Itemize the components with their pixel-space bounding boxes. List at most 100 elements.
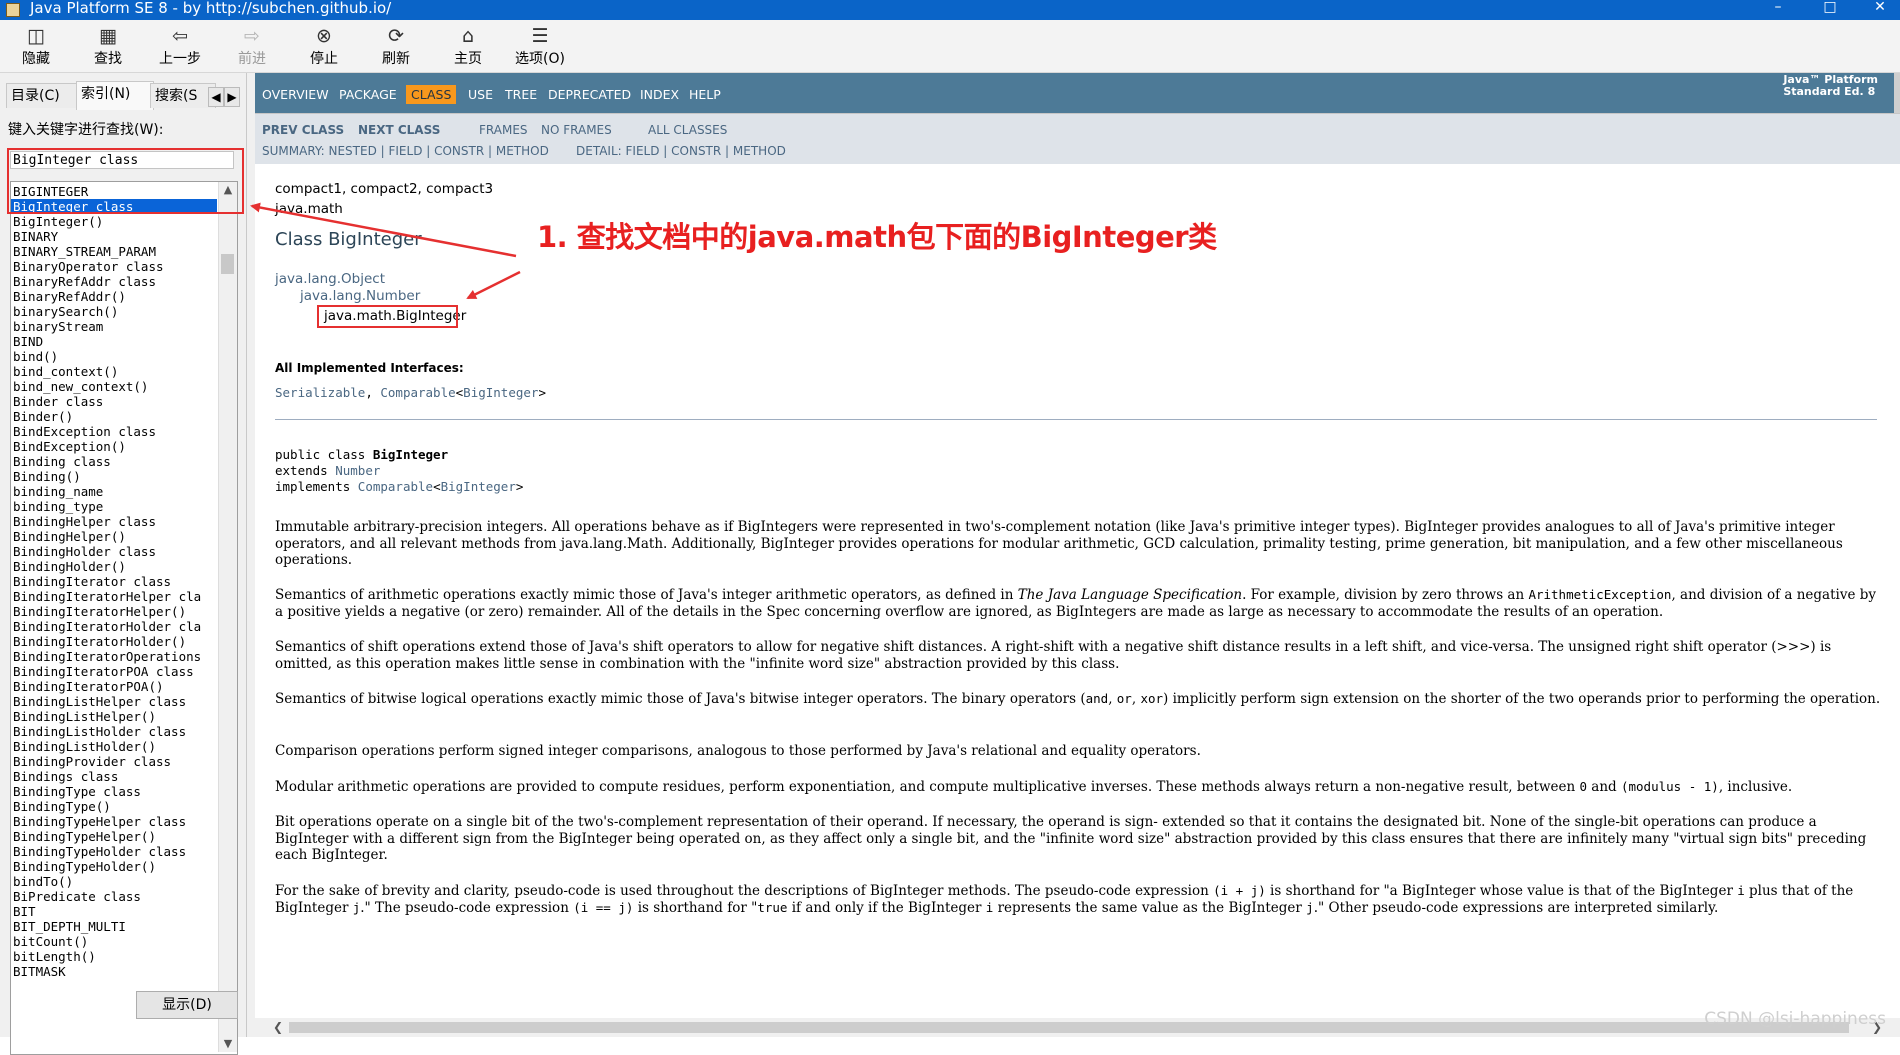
horizontal-scrollbar-thumb[interactable] [289, 1022, 1849, 1033]
index-item[interactable]: BindingHolder() [11, 559, 217, 574]
index-item[interactable]: BindingHelper() [11, 529, 217, 544]
tab-index[interactable]: 索引(N) [76, 81, 154, 110]
index-item[interactable]: BindingTypeHolder() [11, 859, 217, 874]
tab-contents[interactable]: 目录(C) [6, 83, 78, 108]
index-item[interactable]: BITMASK [11, 964, 217, 979]
prev-class-link[interactable]: PREV CLASS [262, 123, 344, 137]
detail-method-link[interactable]: METHOD [733, 144, 786, 158]
index-item[interactable]: BindingType() [11, 799, 217, 814]
pane-splitter[interactable] [247, 73, 255, 1037]
index-item[interactable]: binarySearch() [11, 304, 217, 319]
index-item[interactable]: Bindings class [11, 769, 217, 784]
index-item[interactable]: BindingListHolder() [11, 739, 217, 754]
nav-tree[interactable]: TREE [505, 87, 537, 102]
index-item[interactable]: BindingListHelper class [11, 694, 217, 709]
tab-scroll-right-icon[interactable]: ▶ [224, 87, 240, 107]
index-item[interactable]: BindingHelper class [11, 514, 217, 529]
index-item[interactable]: BindingIteratorPOA class [11, 664, 217, 679]
index-item[interactable]: bind_context() [11, 364, 217, 379]
index-item[interactable]: BindingProvider class [11, 754, 217, 769]
nav-index[interactable]: INDEX [640, 87, 679, 102]
index-scrollbar[interactable]: ▲ ▼ [218, 182, 237, 1052]
index-item[interactable]: bindTo() [11, 874, 217, 889]
hide-button[interactable]: ◫ 隐藏 [6, 24, 66, 68]
index-item[interactable]: BindingListHolder class [11, 724, 217, 739]
refresh-button[interactable]: ⟳ 刷新 [366, 24, 426, 68]
biginteger-link[interactable]: BigInteger [441, 479, 516, 494]
next-class-link[interactable]: NEXT CLASS [358, 123, 440, 137]
all-classes-link[interactable]: ALL CLASSES [648, 123, 727, 137]
nav-package[interactable]: PACKAGE [339, 87, 397, 102]
back-button[interactable]: ⇦ 上一步 [150, 24, 210, 68]
scroll-left-icon[interactable]: ❮ [269, 1018, 287, 1037]
index-item[interactable]: Binder class [11, 394, 217, 409]
options-button[interactable]: ☰ 选项(O) [508, 24, 572, 68]
show-button[interactable]: 显示(D) [136, 991, 238, 1019]
detail-constr-link[interactable]: CONSTR [671, 144, 721, 158]
index-item[interactable]: BIT [11, 904, 217, 919]
horizontal-scrollbar[interactable]: ❮ ❯ [255, 1018, 1900, 1037]
inheritance-object-link[interactable]: java.lang.Object [275, 271, 385, 287]
index-item[interactable]: BindingIteratorHolder() [11, 634, 217, 649]
index-item[interactable]: BINARY [11, 229, 217, 244]
stop-button[interactable]: ⊗ 停止 [294, 24, 354, 68]
index-item[interactable]: BindingIteratorHelper cla [11, 589, 217, 604]
index-item[interactable]: bind() [11, 349, 217, 364]
index-item[interactable]: BindingIteratorHelper() [11, 604, 217, 619]
index-item[interactable]: BIND [11, 334, 217, 349]
serializable-link[interactable]: Serializable [275, 385, 365, 400]
nav-help[interactable]: HELP [689, 87, 721, 102]
index-item[interactable]: BIT_DEPTH_MULTI [11, 919, 217, 934]
comparable-link[interactable]: Comparable [358, 479, 433, 494]
index-item[interactable]: binding_type [11, 499, 217, 514]
index-item[interactable]: bitLength() [11, 949, 217, 964]
index-item[interactable]: bitCount() [11, 934, 217, 949]
detail-field-link[interactable]: FIELD [626, 144, 660, 158]
index-item[interactable]: BindingType class [11, 784, 217, 799]
index-item[interactable]: BindException() [11, 439, 217, 454]
nav-overview[interactable]: OVERVIEW [262, 87, 329, 102]
summary-constr-link[interactable]: CONSTR [434, 144, 484, 158]
index-listbox[interactable]: BIGINTEGER BigInteger class BigInteger() BI… [10, 181, 238, 1055]
summary-method-link[interactable]: METHOD [496, 144, 549, 158]
scrollbar-thumb[interactable] [221, 254, 234, 274]
find-button[interactable]: ▦ 查找 [78, 24, 138, 68]
index-item[interactable]: BindingIteratorPOA() [11, 679, 217, 694]
home-button[interactable]: ⌂ 主页 [438, 24, 498, 68]
index-item[interactable]: BinaryRefAddr class [11, 274, 217, 289]
index-item[interactable]: BinaryOperator class [11, 259, 217, 274]
inheritance-number-link[interactable]: java.lang.Number [300, 288, 420, 304]
index-item[interactable]: binding_name [11, 484, 217, 499]
number-link[interactable]: Number [335, 463, 380, 478]
summary-field-link[interactable]: FIELD [388, 144, 422, 158]
maximize-icon[interactable]: □ [1810, 0, 1850, 20]
scroll-down-icon[interactable]: ▼ [219, 1036, 237, 1052]
index-item[interactable]: BINARY_STREAM_PARAM [11, 244, 217, 259]
index-item[interactable]: BindingHolder class [11, 544, 217, 559]
index-item[interactable]: BindingTypeHolder class [11, 844, 217, 859]
minimize-icon[interactable]: – [1758, 0, 1798, 20]
index-item[interactable]: Binder() [11, 409, 217, 424]
index-item[interactable]: BindingIteratorHolder cla [11, 619, 217, 634]
forward-button[interactable]: ⇨ 前进 [222, 24, 282, 68]
index-item[interactable]: bind_new_context() [11, 379, 217, 394]
frames-link[interactable]: FRAMES [479, 123, 528, 137]
comparable-link[interactable]: Comparable [380, 385, 455, 400]
nav-use[interactable]: USE [468, 87, 493, 102]
tab-search[interactable]: 搜索(S [150, 83, 216, 108]
index-item[interactable]: BindingIteratorOperations [11, 649, 217, 664]
index-item[interactable]: BiPredicate class [11, 889, 217, 904]
index-item[interactable]: Binding class [11, 454, 217, 469]
index-item[interactable]: BindingListHelper() [11, 709, 217, 724]
index-item[interactable]: binaryStream [11, 319, 217, 334]
index-item[interactable]: BigInteger() [11, 214, 217, 229]
tab-scroll-left-icon[interactable]: ◀ [208, 87, 224, 107]
nav-deprecated[interactable]: DEPRECATED [548, 87, 631, 102]
index-item[interactable]: BindException class [11, 424, 217, 439]
index-item[interactable]: BinaryRefAddr() [11, 289, 217, 304]
no-frames-link[interactable]: NO FRAMES [541, 123, 612, 137]
index-item[interactable]: Binding() [11, 469, 217, 484]
biginteger-link[interactable]: BigInteger [463, 385, 538, 400]
index-item[interactable]: BindingTypeHelper class [11, 814, 217, 829]
index-item[interactable]: BindingIterator class [11, 574, 217, 589]
